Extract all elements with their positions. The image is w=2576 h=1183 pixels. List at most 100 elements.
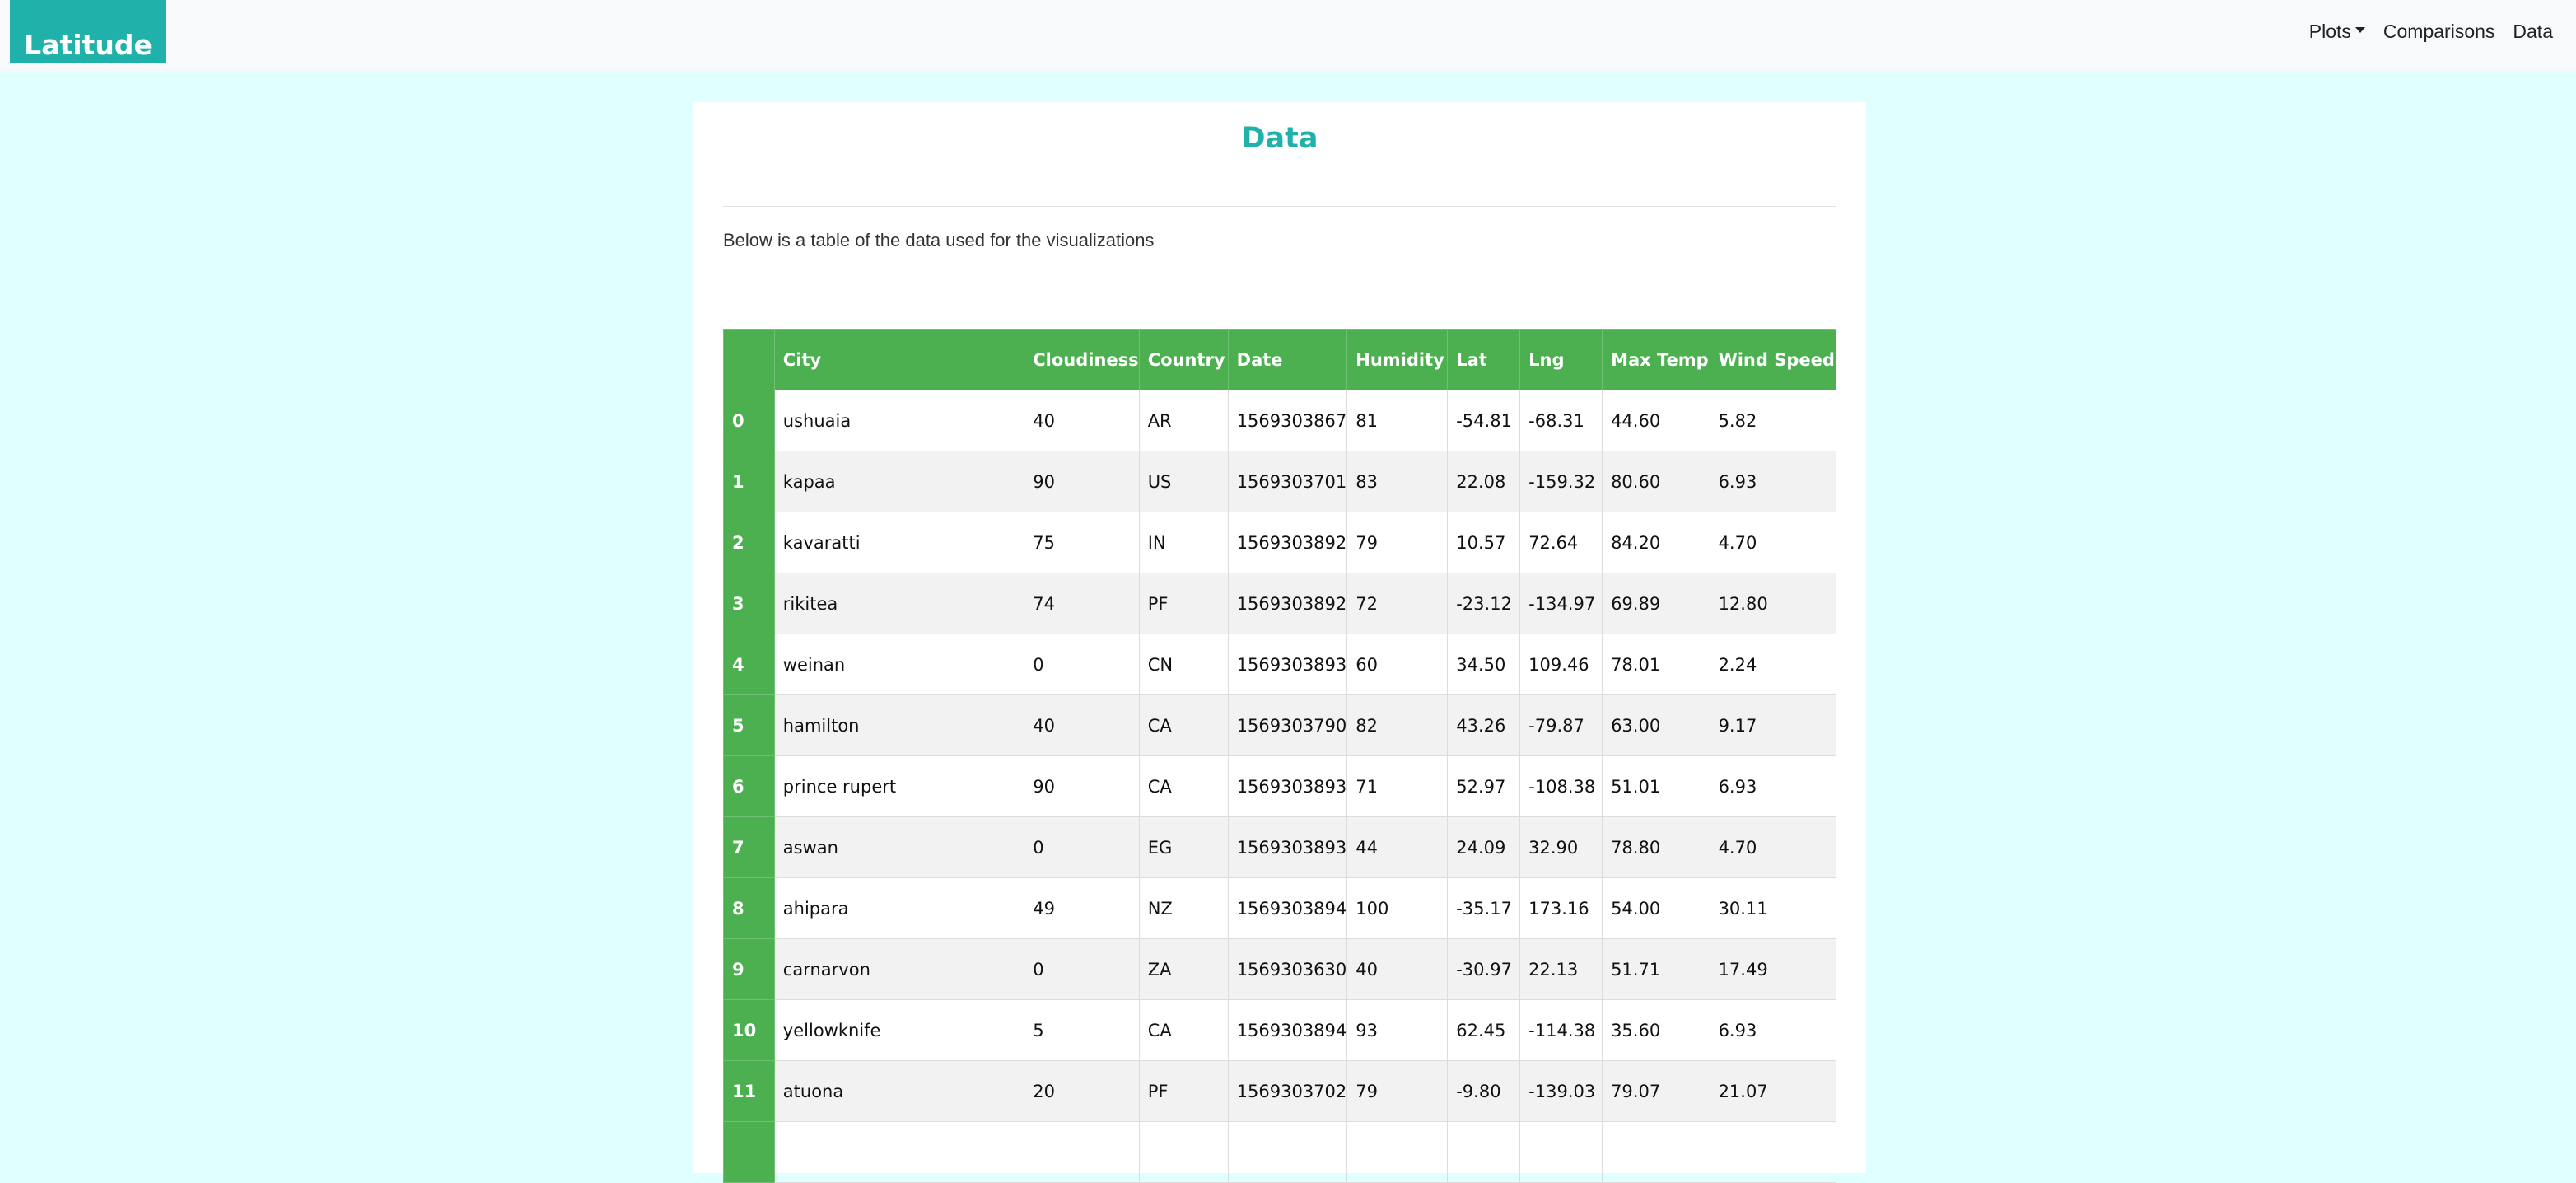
cell-city: yellowknife bbox=[773, 999, 1025, 1061]
cell-date: 1569303892 bbox=[1227, 512, 1348, 573]
cell-wind-speed bbox=[1709, 1121, 1837, 1183]
cell-country: CA bbox=[1138, 755, 1229, 817]
row-index: 2 bbox=[723, 512, 775, 573]
cell-humidity: 82 bbox=[1346, 694, 1449, 756]
cell-cloudiness: 75 bbox=[1024, 512, 1140, 573]
cell-humidity: 79 bbox=[1346, 1060, 1449, 1122]
column-header-country: Country bbox=[1138, 329, 1229, 390]
table-row: 5 hamilton 40 CA 1569303790 82 43.26 -79.87 63.0… bbox=[723, 694, 1837, 756]
table-row: 6 prince rupert 90 CA 1569303893 71 52.97 -108.… bbox=[723, 755, 1837, 817]
table-row bbox=[723, 1121, 1837, 1183]
cell-lat: -54.81 bbox=[1447, 390, 1521, 451]
cell-humidity: 60 bbox=[1346, 634, 1449, 695]
cell-lng: -68.31 bbox=[1519, 390, 1603, 451]
cell-cloudiness: 74 bbox=[1024, 573, 1140, 634]
cell-lng: 72.64 bbox=[1519, 512, 1603, 573]
cell-lat: 22.08 bbox=[1447, 451, 1521, 512]
cell-humidity bbox=[1346, 1121, 1449, 1183]
row-index: 3 bbox=[723, 573, 775, 634]
table-row: 8 ahipara 49 NZ 1569303894 100 -35.17 173.16 54.… bbox=[723, 877, 1837, 939]
cell-cloudiness bbox=[1024, 1121, 1140, 1183]
row-index: 0 bbox=[723, 390, 775, 451]
table-row: 7 aswan 0 EG 1569303893 44 24.09 32.90 78.80 4.70 bbox=[723, 816, 1837, 878]
column-header-lat: Lat bbox=[1447, 329, 1521, 390]
cell-country: CA bbox=[1138, 694, 1229, 756]
cell-lng: -108.38 bbox=[1519, 755, 1603, 817]
cell-max-temp: 44.60 bbox=[1602, 390, 1710, 451]
nav-plots-label: Plots bbox=[2308, 20, 2351, 42]
cell-date: 1569303701 bbox=[1227, 451, 1348, 512]
cell-city: aswan bbox=[773, 816, 1025, 878]
cell-humidity: 40 bbox=[1346, 938, 1449, 1000]
cell-wind-speed: 2.24 bbox=[1709, 634, 1837, 695]
cell-city: weinan bbox=[773, 634, 1025, 695]
cell-country: NZ bbox=[1138, 877, 1229, 939]
cell-lat: 10.57 bbox=[1447, 512, 1521, 573]
cell-humidity: 44 bbox=[1346, 816, 1449, 878]
cell-city bbox=[773, 1121, 1025, 1183]
cell-max-temp: 54.00 bbox=[1602, 877, 1710, 939]
row-index bbox=[723, 1121, 775, 1183]
cell-humidity: 100 bbox=[1346, 877, 1449, 939]
cell-cloudiness: 40 bbox=[1024, 694, 1140, 756]
cell-wind-speed: 12.80 bbox=[1709, 573, 1837, 634]
table-header-row: City Cloudiness Country Date Humidity Lat Lng M… bbox=[723, 329, 1837, 390]
cell-country: AR bbox=[1138, 390, 1229, 451]
nav-plots-dropdown[interactable]: Plots bbox=[2309, 21, 2365, 43]
table-row: 1 kapaa 90 US 1569303701 83 22.08 -159.32 80.60 6… bbox=[723, 451, 1837, 512]
cell-date: 1569303894 bbox=[1227, 999, 1348, 1061]
cell-city: prince rupert bbox=[773, 755, 1025, 817]
content-card: Data Below is a table of the data used f… bbox=[693, 102, 1866, 1183]
cell-lat: 52.97 bbox=[1447, 755, 1521, 817]
cell-date: 1569303790 bbox=[1227, 694, 1348, 756]
cell-date: 1569303893 bbox=[1227, 816, 1348, 878]
column-header-city: City bbox=[773, 329, 1025, 390]
cell-lat: -9.80 bbox=[1447, 1060, 1521, 1122]
cell-date: 1569303867 bbox=[1227, 390, 1348, 451]
cell-humidity: 71 bbox=[1346, 755, 1449, 817]
cell-cloudiness: 0 bbox=[1024, 938, 1140, 1000]
cell-max-temp: 51.01 bbox=[1602, 755, 1710, 817]
cell-country: PF bbox=[1138, 573, 1229, 634]
cell-country: US bbox=[1138, 451, 1229, 512]
cell-lng: -139.03 bbox=[1519, 1060, 1603, 1122]
nav-comparisons-link[interactable]: Comparisons bbox=[2383, 21, 2495, 43]
cell-humidity: 93 bbox=[1346, 999, 1449, 1061]
cell-lat: 24.09 bbox=[1447, 816, 1521, 878]
column-header-max-temp: Max Temp bbox=[1602, 329, 1710, 390]
cell-lng bbox=[1519, 1121, 1603, 1183]
row-index: 1 bbox=[723, 451, 775, 512]
column-header-date: Date bbox=[1227, 329, 1348, 390]
column-header-humidity: Humidity bbox=[1346, 329, 1449, 390]
table-row: 4 weinan 0 CN 1569303893 60 34.50 109.46 78.01 2.… bbox=[723, 634, 1837, 695]
cell-lat: 34.50 bbox=[1447, 634, 1521, 695]
row-index: 7 bbox=[723, 816, 775, 878]
cell-humidity: 83 bbox=[1346, 451, 1449, 512]
cell-cloudiness: 90 bbox=[1024, 451, 1140, 512]
cell-city: ushuaia bbox=[773, 390, 1025, 451]
cell-lat: 43.26 bbox=[1447, 694, 1521, 756]
data-table: City Cloudiness Country Date Humidity Lat Lng M… bbox=[723, 329, 1837, 1183]
cell-country: ZA bbox=[1138, 938, 1229, 1000]
cell-city: carnarvon bbox=[773, 938, 1025, 1000]
cell-country: EG bbox=[1138, 816, 1229, 878]
column-header-wind-speed: Wind Speed bbox=[1709, 329, 1837, 390]
row-index: 5 bbox=[723, 694, 775, 756]
cell-humidity: 81 bbox=[1346, 390, 1449, 451]
column-header-lng: Lng bbox=[1519, 329, 1603, 390]
cell-wind-speed: 6.93 bbox=[1709, 755, 1837, 817]
brand-logo-link[interactable]: Latitude bbox=[10, 0, 166, 63]
cell-humidity: 79 bbox=[1346, 512, 1449, 573]
divider bbox=[723, 206, 1836, 207]
table-row: 3 rikitea 74 PF 1569303892 72 -23.12 -134.97 69.… bbox=[723, 573, 1837, 634]
cell-city: kapaa bbox=[773, 451, 1025, 512]
nav-data-link[interactable]: Data bbox=[2513, 21, 2553, 43]
table-row: 2 kavaratti 75 IN 1569303892 79 10.57 72.64 84.2… bbox=[723, 512, 1837, 573]
cell-country: CA bbox=[1138, 999, 1229, 1061]
cell-lng: -114.38 bbox=[1519, 999, 1603, 1061]
row-index: 9 bbox=[723, 938, 775, 1000]
cell-humidity: 72 bbox=[1346, 573, 1449, 634]
cell-cloudiness: 0 bbox=[1024, 634, 1140, 695]
cell-date: 1569303894 bbox=[1227, 877, 1348, 939]
cell-max-temp: 79.07 bbox=[1602, 1060, 1710, 1122]
